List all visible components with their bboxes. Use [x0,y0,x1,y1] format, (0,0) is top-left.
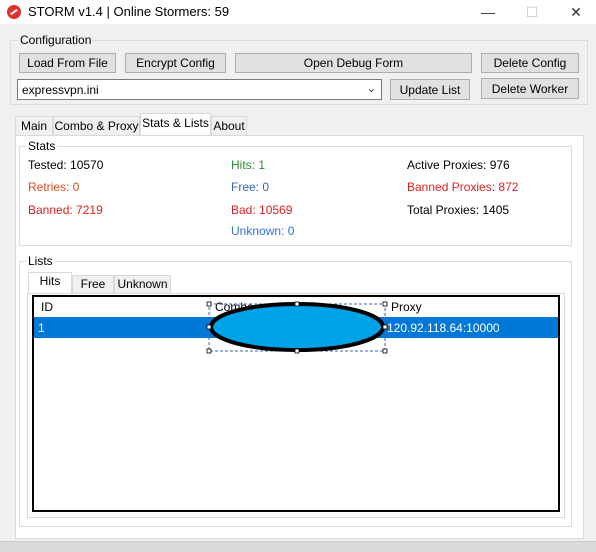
tab-combo-proxy[interactable]: Combo & Proxy [53,116,140,135]
update-list-button[interactable]: Update List [390,79,470,100]
open-debug-form-button[interactable]: Open Debug Form [235,53,472,73]
active-proxies-count: Active Proxies: 976 [407,158,510,172]
lists-group-label: Lists [26,254,55,268]
tab-about[interactable]: About [211,116,247,135]
delete-worker-button[interactable]: Delete Worker [481,78,579,99]
window-bottom-edge [0,541,596,552]
configuration-group-label: Configuration [18,33,94,47]
storm-logo-icon [7,5,21,19]
banned-proxies-count: Banned Proxies: 872 [407,180,519,194]
close-button[interactable]: ✕ [554,0,596,24]
column-header-proxy[interactable]: Proxy [391,300,422,314]
row-proxy-cell: 120.92.118.64:10000 [387,321,500,335]
title-bar: STORM v1.4 | Online Stormers: 59 — ☐ ✕ [0,0,596,24]
minimize-button[interactable]: — [466,0,510,24]
total-proxies-count: Total Proxies: 1405 [407,203,510,217]
free-count: Free: 0 [231,180,270,194]
banned-count: Banned: 7219 [28,203,103,217]
bad-count: Bad: 10569 [231,203,293,217]
tab-main[interactable]: Main [15,116,53,135]
chevron-down-icon: ⌄ [366,83,376,95]
list-tab-unknown[interactable]: Unknown [114,275,171,293]
unknown-count: Unknown: 0 [231,224,295,238]
window-title: STORM v1.4 | Online Stormers: 59 [28,4,230,19]
load-from-file-button[interactable]: Load From File [19,53,116,73]
config-select[interactable]: expressvpn.ini ⌄ [17,79,382,100]
stats-group-label: Stats [26,139,58,153]
delete-config-button[interactable]: Delete Config [481,53,579,73]
tested-count: Tested: 10570 [28,158,104,172]
maximize-button: ☐ [525,4,539,20]
tab-stats-lists[interactable]: Stats & Lists [140,113,211,135]
list-tab-hits[interactable]: Hits [28,272,72,293]
config-select-value: expressvpn.ini [22,83,99,97]
redaction-ellipse [206,301,388,354]
list-tab-free[interactable]: Free [72,275,114,293]
hits-count: Hits: 1 [231,158,266,172]
encrypt-config-button[interactable]: Encrypt Config [125,53,226,73]
retries-count: Retries: 0 [28,180,80,194]
row-id-cell: 1 [38,321,45,335]
column-header-id[interactable]: ID [41,300,53,314]
